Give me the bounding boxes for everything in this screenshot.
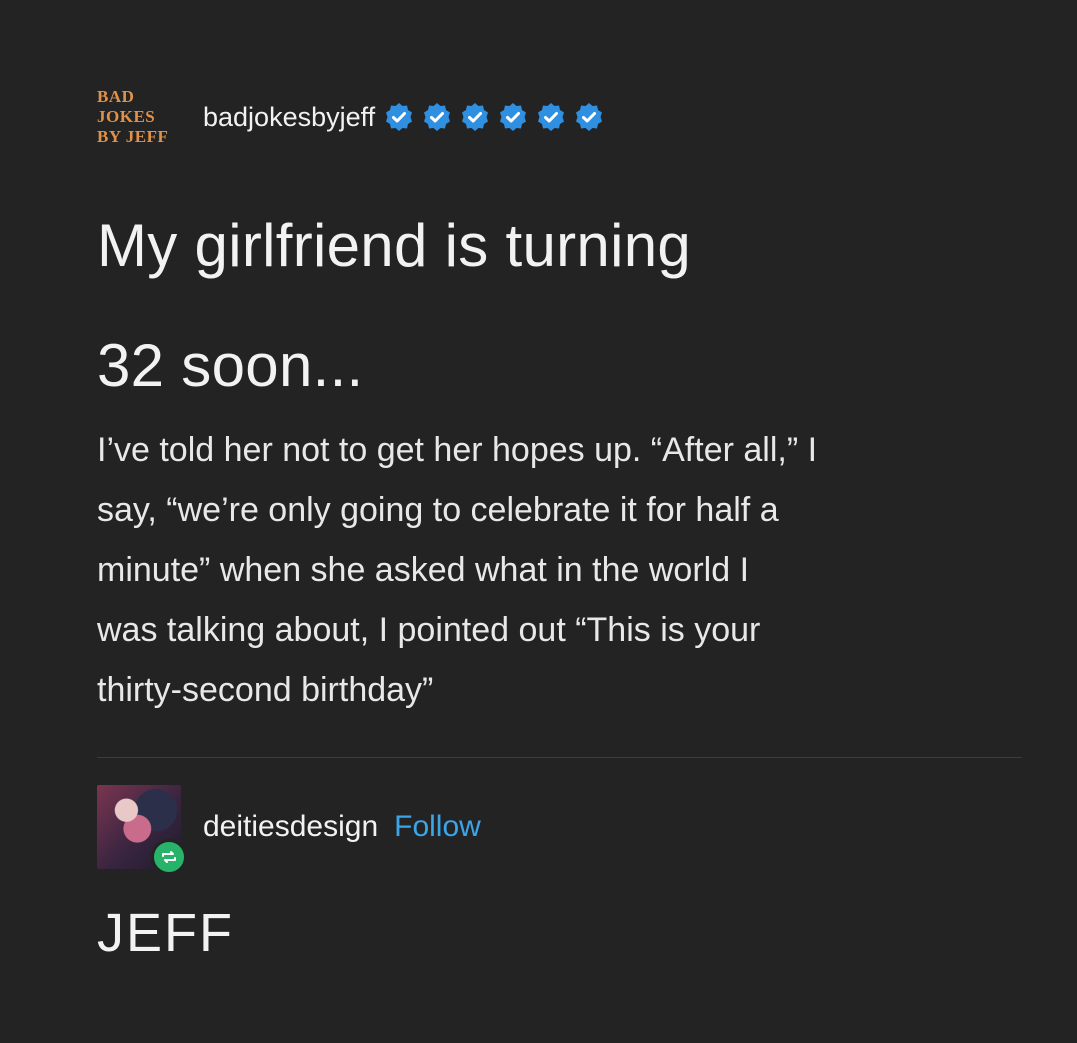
post-body-line: was talking about, I pointed out “This i… xyxy=(97,611,761,649)
post-username[interactable]: badjokesbyjeff xyxy=(203,102,375,133)
reblog-divider xyxy=(97,757,1022,758)
avatar[interactable] xyxy=(97,785,187,875)
post-header: BAD JOKES BY JEFF badjokesbyjeff xyxy=(97,78,611,156)
post-title-line: My girlfriend is turning xyxy=(97,212,692,279)
reblog-username[interactable]: deitiesdesign xyxy=(203,810,378,844)
post-body: I’ve told her not to get her hopes up. “… xyxy=(97,420,1017,720)
post-body-line: I’ve told her not to get her hopes up. “… xyxy=(97,431,818,469)
follow-button[interactable]: Follow xyxy=(394,810,481,844)
verified-badge-icon xyxy=(462,103,489,131)
reblog-icon xyxy=(151,839,187,875)
verified-badges xyxy=(383,101,611,133)
post-title: My girlfriend is turning 32 soon... xyxy=(97,186,997,426)
blog-logo[interactable]: BAD JOKES BY JEFF xyxy=(97,78,193,156)
reblog-arrows-icon xyxy=(162,851,176,863)
verified-badge-icon xyxy=(500,103,527,131)
post-title-line: 32 soon... xyxy=(97,332,364,399)
logo-line: BAD xyxy=(97,87,135,106)
reblog-header: deitiesdesign Follow xyxy=(97,782,481,875)
reblog-comment: JEFF xyxy=(97,903,234,963)
post-body-line: thirty-second birthday” xyxy=(97,671,434,709)
verified-badge-icon xyxy=(424,103,451,131)
logo-line: JOKES xyxy=(97,107,156,126)
verified-badge-icon xyxy=(576,103,603,131)
verified-badge-icon xyxy=(538,103,565,131)
verified-badge-icon xyxy=(386,103,413,131)
post-body-line: say, “we’re only going to celebrate it f… xyxy=(97,491,779,529)
post-body-line: minute” when she asked what in the world… xyxy=(97,551,750,589)
logo-line: BY JEFF xyxy=(97,127,169,146)
